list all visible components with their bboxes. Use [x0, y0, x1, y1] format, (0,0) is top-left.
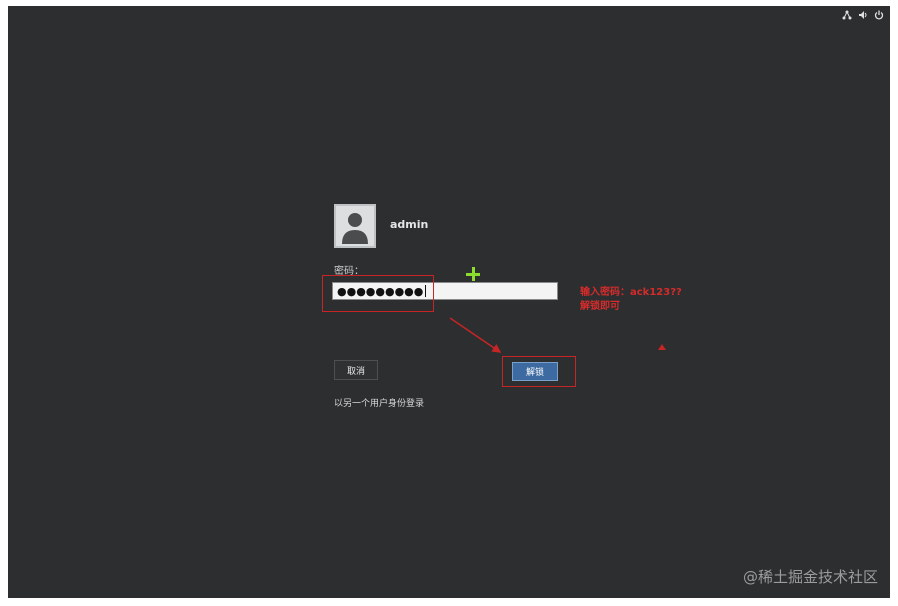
switch-user-link[interactable]: 以另一个用户身份登录: [334, 396, 424, 409]
annotation-line-1: 输入密码：ack123??: [580, 287, 682, 298]
cancel-button[interactable]: 取消: [334, 360, 378, 380]
unlock-button[interactable]: 解锁: [512, 362, 558, 381]
watermark: @稀土掘金技术社区: [742, 568, 878, 586]
annotation-line-2: 解锁即可: [580, 301, 620, 312]
annotation-note: 输入密码：ack123?? 解锁即可: [580, 286, 682, 314]
annotation-arrow: [449, 317, 666, 353]
